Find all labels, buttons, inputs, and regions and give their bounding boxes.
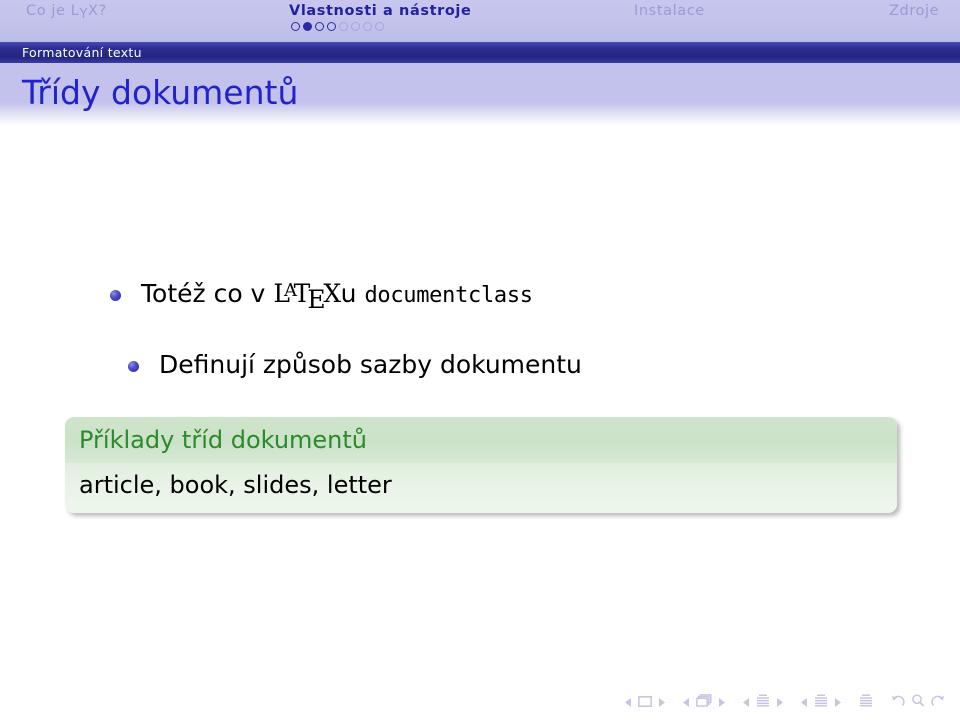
history-navigation-group xyxy=(888,692,948,711)
example-block-title: Příklady tříd dokumentů xyxy=(65,417,897,463)
nav-tab-vlastnosti-a-nastroje[interactable]: Vlastnosti a nástroje xyxy=(289,3,471,19)
next-subsection-icon[interactable] xyxy=(776,692,783,711)
document-icon[interactable] xyxy=(859,692,873,711)
list-item-text: Totéž co v LATEXu documentclass xyxy=(141,279,533,313)
minislide-dot-5[interactable] xyxy=(339,22,348,31)
example-block-body: article, book, slides, letter xyxy=(65,463,897,513)
list-item: Definují způsob sazby dokumentu xyxy=(0,349,960,380)
latex-x: X xyxy=(323,279,341,308)
item-suffix-text: u xyxy=(340,279,365,308)
example-block: Příklady tříd dokumentů article, book, s… xyxy=(65,417,897,513)
forward-icon[interactable] xyxy=(931,692,945,711)
presentation-slide: Co je LYX? Vlastnosti a nástroje Instala… xyxy=(0,0,960,720)
headline-navigation-bar: Co je LYX? Vlastnosti a nástroje Instala… xyxy=(0,0,960,42)
minislide-dot-4[interactable] xyxy=(327,22,336,31)
lyx-logo-tail: X? xyxy=(88,3,107,19)
nav-tab-label: Vlastnosti a nástroje xyxy=(289,3,472,19)
lyx-logo: Co je LYX? xyxy=(26,3,107,22)
next-frame-icon[interactable] xyxy=(718,692,725,711)
itemize-list: Totéž co v LATEXu documentclass Definují… xyxy=(0,279,960,422)
frame-navigation-group xyxy=(680,692,728,711)
bullet-icon xyxy=(110,290,121,301)
section-icon[interactable] xyxy=(814,692,828,711)
subsection-icon[interactable] xyxy=(756,692,770,711)
minislide-dot-7[interactable] xyxy=(363,22,372,31)
minislide-progress-dots[interactable] xyxy=(291,22,384,31)
nav-tab-label: Instalace xyxy=(634,3,705,19)
nav-tab-zdroje[interactable]: Zdroje xyxy=(889,3,939,19)
nav-tab-label: Co je L xyxy=(26,3,80,19)
back-icon[interactable] xyxy=(891,692,905,711)
list-item-text: Definují způsob sazby dokumentu xyxy=(159,349,582,379)
document-navigation-group xyxy=(856,692,876,711)
previous-frame-icon[interactable] xyxy=(683,692,690,711)
list-item: Totéž co v LATEXu documentclass xyxy=(0,279,960,313)
previous-section-icon[interactable] xyxy=(801,692,808,711)
next-slide-icon[interactable] xyxy=(658,692,665,711)
latex-logo: LATEX xyxy=(273,279,341,313)
subsection-navigation-group xyxy=(740,692,786,711)
slide-icon[interactable] xyxy=(638,692,652,711)
lyx-logo-y: Y xyxy=(79,7,88,22)
next-section-icon[interactable] xyxy=(834,692,841,711)
frame-icon[interactable] xyxy=(696,692,712,711)
previous-subsection-icon[interactable] xyxy=(743,692,750,711)
nav-tab-label: Zdroje xyxy=(889,3,940,19)
nav-tab-co-je-lyx[interactable]: Co je LYX? xyxy=(26,3,107,22)
beamer-navigation-symbols xyxy=(622,692,948,711)
slide-navigation-group xyxy=(622,692,668,711)
section-navigation-group xyxy=(798,692,844,711)
latex-e: E xyxy=(307,284,326,314)
latex-a: A xyxy=(284,280,297,302)
minislide-dot-6[interactable] xyxy=(351,22,360,31)
section-tabs: Co je LYX? Vlastnosti a nástroje Instala… xyxy=(0,0,960,22)
bullet-icon xyxy=(128,360,139,372)
section-title-label: Formatování textu xyxy=(22,45,142,60)
minislide-dot-2[interactable] xyxy=(303,22,312,31)
minislide-dot-1[interactable] xyxy=(291,22,300,31)
previous-slide-icon[interactable] xyxy=(625,692,632,711)
documentclass-code: documentclass xyxy=(364,283,533,308)
slide-body: Totéž co v LATEXu documentclass Definují… xyxy=(0,125,960,685)
nav-tab-instalace[interactable]: Instalace xyxy=(634,3,705,19)
minislide-dot-3[interactable] xyxy=(315,22,324,31)
search-icon[interactable] xyxy=(911,692,925,711)
frame-title: Třídy dokumentů xyxy=(22,73,299,112)
item-prefix-text: Totéž co v xyxy=(141,279,274,308)
minislide-dot-8[interactable] xyxy=(375,22,384,31)
section-title-bar: Formatování textu xyxy=(0,42,960,63)
